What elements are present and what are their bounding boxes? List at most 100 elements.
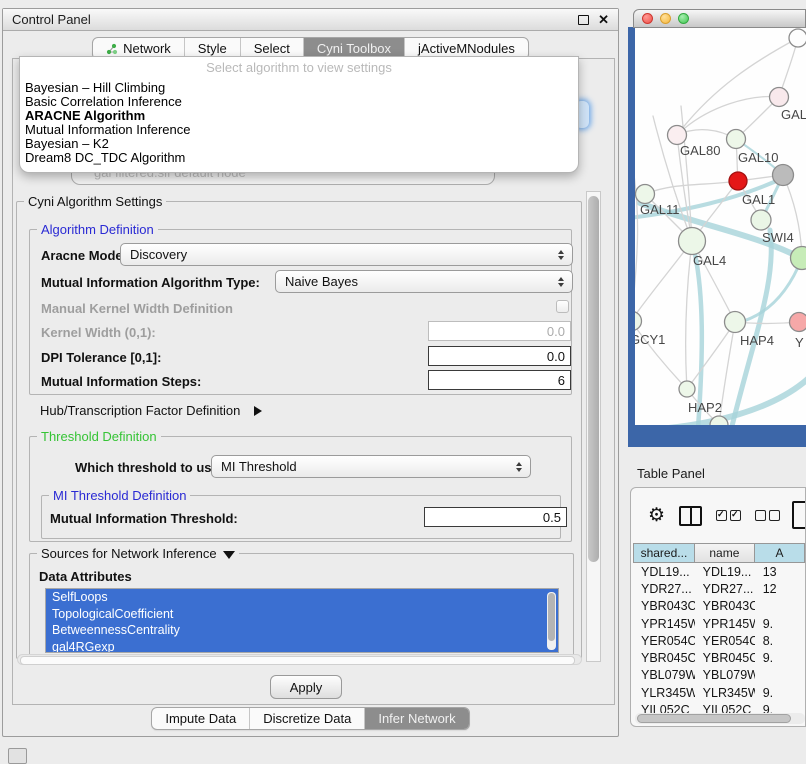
settings-vertical-scrollbar[interactable] xyxy=(586,191,601,662)
tab-label: jActiveMNodules xyxy=(418,41,515,56)
tab-label: Infer Network xyxy=(378,711,455,726)
manual-kernel-label: Manual Kernel Width Definition xyxy=(41,301,233,316)
mi-steps-input[interactable]: 6 xyxy=(428,370,571,390)
table-row[interactable]: YDR27...YDR27...12 xyxy=(633,580,805,597)
node-table: shared...nameA YDL19...YDL19...13YDR27..… xyxy=(633,543,805,726)
column-header[interactable]: A xyxy=(755,543,805,563)
network-node-hap2[interactable] xyxy=(679,381,695,397)
network-node-gcy1[interactable] xyxy=(635,312,642,331)
sources-legend[interactable]: Sources for Network Inference xyxy=(37,546,239,561)
zoom-traffic-light[interactable] xyxy=(678,13,689,24)
stepper-arrows-icon xyxy=(511,462,526,472)
close-icon[interactable]: ✕ xyxy=(598,15,609,25)
algorithm-option[interactable]: Bayesian – K2 xyxy=(20,137,578,151)
network-node[interactable] xyxy=(791,247,806,270)
network-canvas[interactable]: GALGAL80GAL10GAL1GAL11SWI4GAL4GCY1HAP4YH… xyxy=(635,28,806,425)
algorithm-options: Bayesian – Hill ClimbingBasic Correlatio… xyxy=(20,81,578,165)
table-cell: YBR043C xyxy=(695,598,755,615)
export-table-icon[interactable] xyxy=(792,501,806,529)
data-attributes-list[interactable]: SelfLoopsTopologicalCoefficientBetweenne… xyxy=(45,588,559,653)
which-threshold-combo[interactable]: MI Threshold xyxy=(211,455,531,478)
tab-discretize-data[interactable]: Discretize Data xyxy=(250,708,365,729)
network-edge xyxy=(686,241,692,389)
algorithm-option[interactable]: Dream8 DC_TDC Algorithm xyxy=(20,151,578,165)
table-cell: 9. xyxy=(755,701,805,713)
table-row[interactable]: YBR045CYBR045C9. xyxy=(633,649,805,666)
attribute-item[interactable]: TopologicalCoefficient xyxy=(46,606,558,623)
kernel-width-input[interactable]: 0.0 xyxy=(428,321,571,341)
table-row[interactable]: YPR145WYPR145W9. xyxy=(633,615,805,632)
mi-type-combo[interactable]: Naive Bayes xyxy=(275,270,573,293)
attribute-item[interactable]: SelfLoops xyxy=(46,589,558,606)
network-node-y[interactable] xyxy=(790,313,806,332)
table-cell xyxy=(755,667,805,684)
table-cell: 12 xyxy=(755,580,805,597)
close-traffic-light[interactable] xyxy=(642,13,653,24)
table-row[interactable]: YDL19...YDL19...13 xyxy=(633,563,805,580)
deselect-all-columns-icon[interactable] xyxy=(755,510,780,521)
stepper-arrows-icon xyxy=(553,277,568,287)
aracne-mode-combo[interactable]: Discovery xyxy=(120,243,573,266)
table-horizontal-scrollbar[interactable] xyxy=(635,713,805,724)
table-row[interactable]: YIL052CYIL052C9. xyxy=(633,701,805,713)
column-header[interactable]: shared... xyxy=(633,543,695,563)
column-header[interactable]: name xyxy=(695,543,755,563)
tab-label: Cyni Toolbox xyxy=(317,41,391,56)
table-cell: YBR043C xyxy=(633,598,695,615)
algorithm-option[interactable]: Bayesian – Hill Climbing xyxy=(20,81,578,95)
network-node-swi4[interactable] xyxy=(751,210,771,230)
network-node-gal11[interactable] xyxy=(636,185,655,204)
mi-threshold-input[interactable]: 0.5 xyxy=(424,507,567,527)
network-canvas-area[interactable]: GALGAL80GAL10GAL1GAL11SWI4GAL4GCY1HAP4YH… xyxy=(635,28,806,425)
attribute-item[interactable]: BetweennessCentrality xyxy=(46,622,558,639)
network-node-gal1[interactable] xyxy=(729,172,747,190)
table-cell: YBL079W xyxy=(695,667,755,684)
tab-impute-data[interactable]: Impute Data xyxy=(152,708,250,729)
tab-label: Network xyxy=(123,41,171,56)
attribute-item[interactable]: gal4RGexp xyxy=(46,639,558,654)
float-window-icon[interactable] xyxy=(578,15,589,25)
algorithm-option[interactable]: Basic Correlation Inference xyxy=(20,95,578,109)
settings-horizontal-scrollbar[interactable] xyxy=(17,654,582,665)
manual-kernel-checkbox[interactable] xyxy=(556,300,569,313)
split-columns-icon[interactable] xyxy=(679,506,702,526)
select-all-columns-icon[interactable] xyxy=(716,510,741,521)
mi-threshold-group: MI Threshold Definition Mutual Informati… xyxy=(41,495,561,539)
table-cell: YLR345W xyxy=(695,684,755,701)
hub-definition-toggle[interactable]: Hub/Transcription Factor Definition xyxy=(40,402,262,420)
network-node[interactable] xyxy=(789,29,806,47)
network-node-gal4[interactable] xyxy=(679,228,706,255)
table-cell: 8. xyxy=(755,632,805,649)
apply-button[interactable]: Apply xyxy=(270,675,342,699)
table-body: YDL19...YDL19...13YDR27...YDR27...12YBR0… xyxy=(633,563,805,713)
table-cell: YBR045C xyxy=(695,649,755,666)
attributes-list-scrollbar[interactable] xyxy=(547,592,556,650)
algorithm-option[interactable]: ARACNE Algorithm xyxy=(20,109,578,123)
table-cell: YBL079W xyxy=(633,667,695,684)
table-cell: YDR27... xyxy=(695,580,755,597)
network-node-gal10[interactable] xyxy=(727,130,746,149)
node-label: SWI4 xyxy=(762,230,794,245)
table-cell: YLR345W xyxy=(633,684,695,701)
network-node-hap4[interactable] xyxy=(725,312,746,333)
network-node-gal[interactable] xyxy=(770,88,789,107)
gear-icon[interactable]: ⚙ xyxy=(648,506,665,525)
algorithm-definition-group: Algorithm Definition Aracne Mode: Discov… xyxy=(29,229,572,395)
tab-label: Discretize Data xyxy=(263,711,351,726)
minimize-traffic-light[interactable] xyxy=(660,13,671,24)
algorithm-option[interactable]: Mutual Information Inference xyxy=(20,123,578,137)
table-cell: YER054C xyxy=(633,632,695,649)
table-row[interactable]: YER054CYER054C8. xyxy=(633,632,805,649)
collapsed-arrow-icon xyxy=(254,406,262,416)
network-node-gal80[interactable] xyxy=(668,126,687,145)
network-node[interactable] xyxy=(773,165,794,186)
dpi-tolerance-input[interactable]: 0.0 xyxy=(428,346,571,366)
table-row[interactable]: YBR043CYBR043C xyxy=(633,598,805,615)
table-row[interactable]: YBL079WYBL079W xyxy=(633,667,805,684)
aracne-mode-value: Discovery xyxy=(121,247,553,262)
network-tab-icon xyxy=(106,43,118,55)
tab-infer-network[interactable]: Infer Network xyxy=(365,708,468,729)
table-cell: YER054C xyxy=(695,632,755,649)
control-panel-titlebar: Control Panel ✕ xyxy=(3,9,618,31)
table-row[interactable]: YLR345WYLR345W9. xyxy=(633,684,805,701)
